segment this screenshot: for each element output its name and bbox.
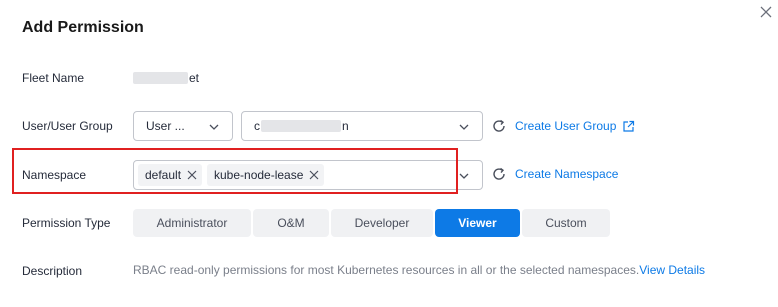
permission-type-label: Permission Type bbox=[22, 216, 111, 230]
user-name-value: c n bbox=[242, 119, 349, 133]
user-type-select[interactable]: User ... bbox=[133, 111, 233, 141]
description-text: RBAC read-only permissions for most Kube… bbox=[133, 263, 705, 277]
fleet-name-value: et bbox=[133, 70, 199, 86]
description-label: Description bbox=[22, 264, 83, 278]
create-namespace-link[interactable]: Create Namespace bbox=[515, 167, 618, 181]
user-type-value: User ... bbox=[146, 119, 185, 133]
chevron-down-icon bbox=[459, 173, 469, 179]
redacted-block bbox=[261, 120, 341, 132]
namespace-tag-label: kube-node-lease bbox=[214, 168, 304, 182]
fleet-name-suffix: et bbox=[189, 71, 200, 85]
remove-tag-icon[interactable] bbox=[187, 170, 197, 180]
refresh-icon[interactable] bbox=[491, 118, 507, 134]
permission-om-button[interactable]: O&M bbox=[253, 209, 329, 237]
chevron-down-icon bbox=[459, 124, 469, 130]
refresh-icon[interactable] bbox=[491, 166, 507, 182]
close-icon[interactable] bbox=[758, 4, 774, 20]
user-group-label: User/User Group bbox=[22, 119, 113, 133]
permission-viewer-button[interactable]: Viewer bbox=[435, 209, 520, 237]
dialog-title: Add Permission bbox=[22, 19, 144, 36]
namespace-tag: default bbox=[138, 164, 203, 186]
description-body: RBAC read-only permissions for most Kube… bbox=[133, 263, 640, 277]
user-name-select[interactable]: c n bbox=[241, 111, 483, 141]
namespace-label: Namespace bbox=[22, 168, 87, 182]
permission-administrator-button[interactable]: Administrator bbox=[133, 209, 251, 237]
permission-custom-button[interactable]: Custom bbox=[522, 209, 610, 237]
chevron-down-icon bbox=[209, 124, 219, 130]
external-link-icon bbox=[623, 120, 635, 132]
redacted-block bbox=[133, 72, 188, 84]
create-user-group-label: Create User Group bbox=[515, 119, 617, 133]
namespace-tag-label: default bbox=[145, 168, 182, 182]
namespace-tag: kube-node-lease bbox=[207, 164, 325, 186]
namespace-select[interactable]: default kube-node-lease bbox=[133, 160, 483, 190]
user-name-prefix: c bbox=[254, 119, 260, 133]
fleet-name-label: Fleet Name bbox=[22, 71, 85, 85]
create-user-group-link[interactable]: Create User Group bbox=[515, 119, 635, 133]
view-details-link[interactable]: View Details bbox=[639, 263, 705, 277]
user-name-suffix: n bbox=[342, 119, 349, 133]
permission-developer-button[interactable]: Developer bbox=[331, 209, 433, 237]
remove-tag-icon[interactable] bbox=[309, 170, 319, 180]
